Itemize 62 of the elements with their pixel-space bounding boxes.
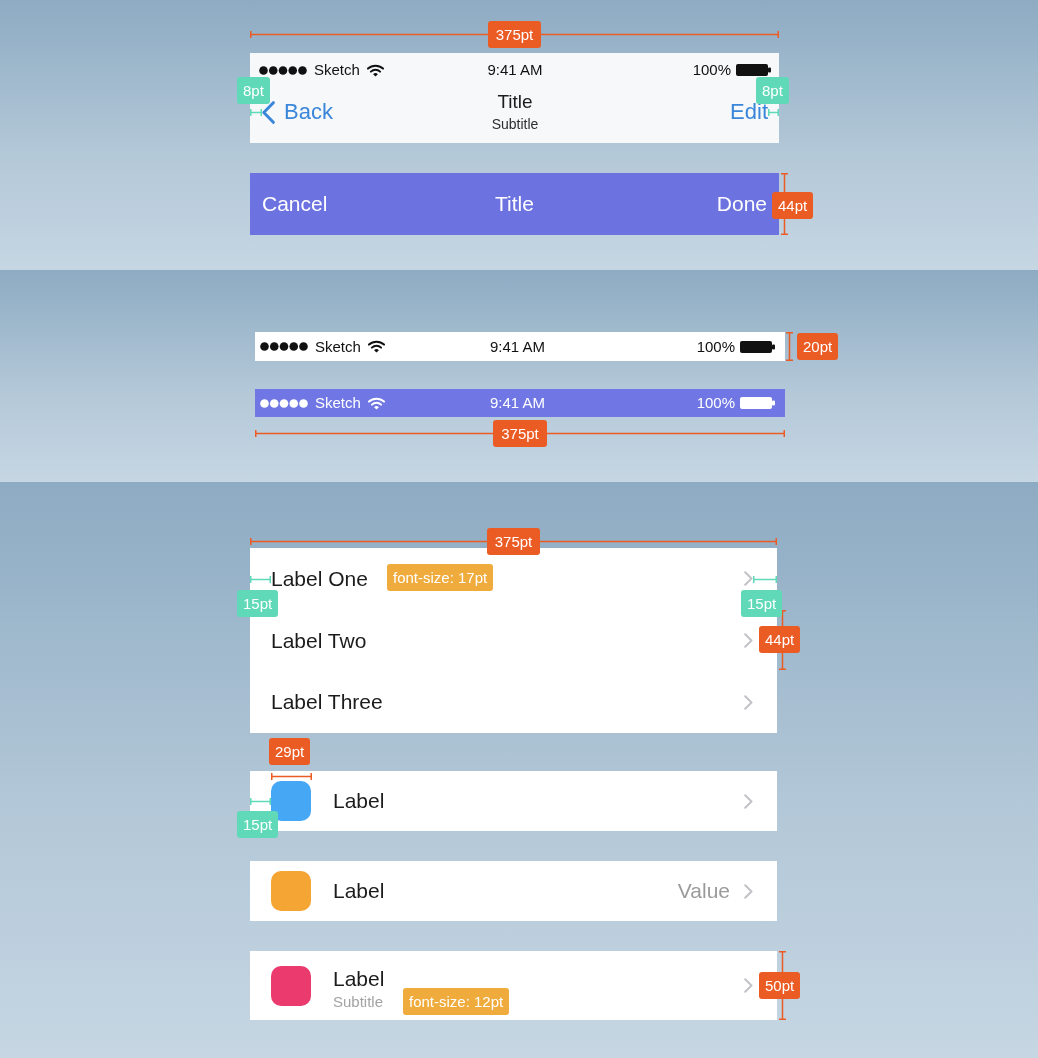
dimension-label: 29pt [269,738,311,765]
row-label: Label Two [271,628,367,653]
carrier-name: Sketch [315,337,361,356]
dimension-label: 50pt [759,972,801,999]
dimension-line [786,332,793,361]
font-size-label: font-size: 12pt [403,988,510,1015]
cancel-button[interactable]: Cancel [262,191,328,217]
spacing-label: 15pt [237,590,279,617]
chevron-icon [744,793,753,809]
spacing-line [250,576,271,583]
wifi-icon [367,396,385,410]
row-value: Value [677,879,730,903]
status-time: 9:41 AM [489,394,545,412]
row-label: Label [333,966,385,991]
wifi-icon [367,340,385,353]
spacing-line [768,109,779,116]
list-row[interactable]: Label Three [250,671,777,733]
nav-title: Title [497,91,533,113]
dimension-label: 375pt [486,528,541,555]
chevron-icon [744,883,753,899]
spacing-label: 15pt [237,811,279,838]
chevron-icon [744,633,753,648]
dimension-label: 375pt [493,420,547,447]
spacing-line [250,798,271,805]
row-label: Label [333,879,385,903]
chevron-icon [744,694,753,710]
back-chevron-icon [262,100,275,124]
status-time: 9:41 AM [487,61,543,79]
battery-icon [740,397,775,409]
chevron-icon [744,571,753,587]
dimension-label: 375pt [487,21,542,48]
chevron-icon [744,978,753,993]
dimension-label: 20pt [797,333,839,360]
carrier-name: Sketch [314,61,360,79]
row-label: Label [333,789,385,813]
list-row[interactable]: Label Value [250,861,777,921]
row-subtitle: Subtitle [333,992,384,1011]
status-time: 9:41 AM [489,337,545,356]
dimension-line [271,773,312,780]
bar-title: Title [495,191,534,217]
dimension-label: 44pt [772,192,814,219]
battery-percent: 100% [696,394,735,412]
nav-subtitle: Subtitle [491,116,539,133]
done-button[interactable]: Done [716,191,767,217]
row-label: Label One [271,566,368,591]
battery-percent: 100% [696,337,735,356]
signal-icon [260,342,308,351]
battery-icon [740,340,775,353]
signal-icon [260,398,308,408]
spacing-label: 15pt [741,590,783,617]
font-size-label: font-size: 17pt [387,564,494,591]
carrier-name: Sketch [315,394,361,412]
spacing-label: 8pt [237,77,270,104]
wifi-icon [366,63,384,77]
spacing-line [753,576,777,583]
row-label: Label Three [271,690,383,715]
spacing-line [250,109,262,116]
dimension-label: 44pt [759,626,801,653]
spacing-label: 8pt [756,77,789,104]
signal-icon [259,65,307,75]
battery-icon [736,64,771,76]
battery-percent: 100% [692,61,731,79]
